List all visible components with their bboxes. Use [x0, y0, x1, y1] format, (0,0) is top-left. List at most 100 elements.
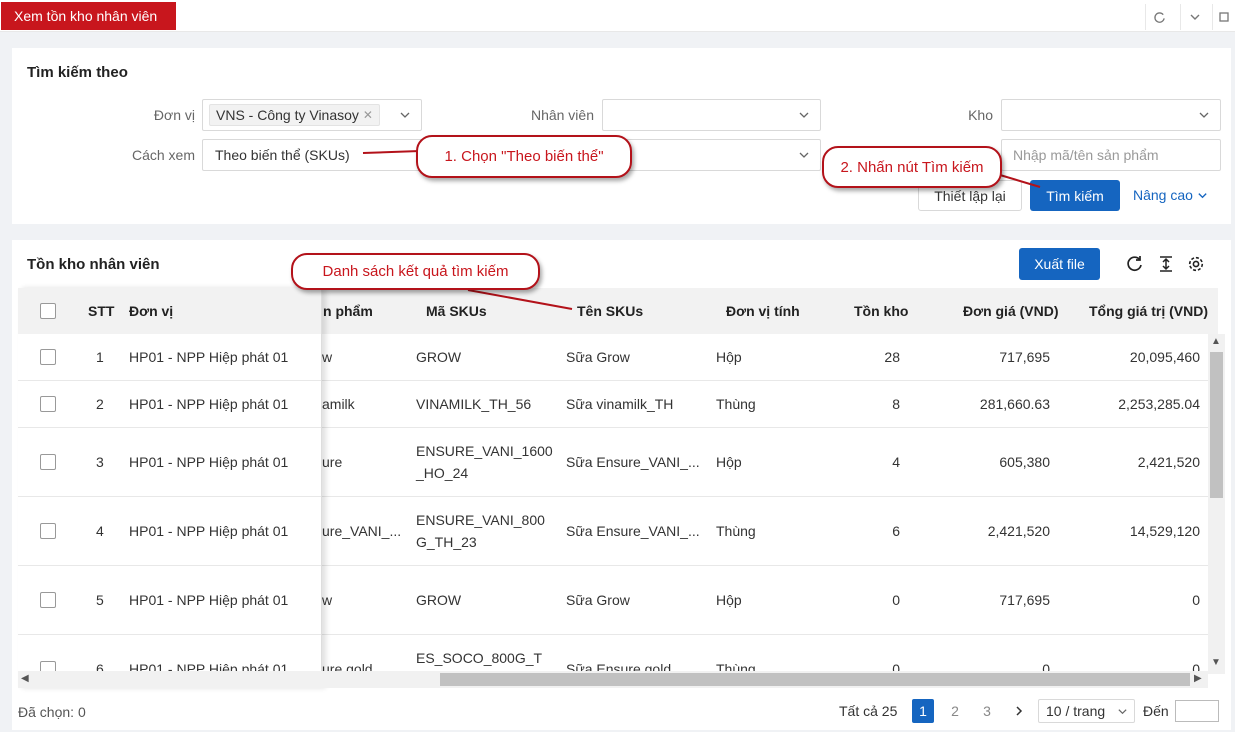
goto-label: Đến — [1143, 703, 1169, 719]
cell-ma-sku: ENSURE_VANI_1600 — [416, 443, 553, 459]
row-checkbox[interactable] — [40, 523, 56, 539]
page-size-value: 10 / trang — [1046, 703, 1106, 719]
cell-don-vi: HP01 - NPP Hiệp phát 01 — [129, 396, 289, 412]
cach-xem-select[interactable]: Theo biến thể (SKUs) — [202, 139, 422, 171]
cell-ton-kho: 6 — [892, 523, 900, 539]
column-height-icon[interactable] — [1157, 255, 1175, 276]
next-page-icon[interactable] — [1008, 699, 1030, 723]
cell-san-pham: ure — [322, 454, 343, 470]
row-checkbox[interactable] — [40, 349, 56, 365]
cell-ton-kho: 8 — [892, 396, 900, 412]
table-row[interactable]: 3 HP01 - NPP Hiệp phát 01 ure ENSURE_VAN… — [18, 428, 1208, 497]
callout-step-2: 2. Nhấn nút Tìm kiếm — [822, 146, 1002, 188]
chevron-down-icon — [799, 152, 809, 158]
cell-ma-sku: ES_SOCO_800G_T — [416, 650, 543, 666]
page-3[interactable]: 3 — [976, 699, 998, 723]
selected-number: 0 — [77, 704, 86, 720]
kho-label: Kho — [968, 107, 993, 123]
cell-don-vi: HP01 - NPP Hiệp phát 01 — [129, 592, 289, 608]
export-button[interactable]: Xuất file — [1019, 248, 1100, 280]
table-row[interactable]: 2 HP01 - NPP Hiệp phát 01 amilk VINAMILK… — [18, 381, 1208, 428]
nhan-vien-select[interactable] — [602, 99, 821, 131]
cell-stt: 2 — [96, 396, 104, 412]
product-search-input[interactable]: Nhập mã/tên sản phẩm — [1001, 139, 1221, 171]
cell-tong: 20,095,460 — [1129, 349, 1200, 365]
cell-tong: 2,421,520 — [1137, 454, 1200, 470]
row-checkbox[interactable] — [40, 454, 56, 470]
table-row[interactable]: 1 HP01 - NPP Hiệp phát 01 w GROW Sữa Gro… — [18, 334, 1208, 381]
cell-don-gia: 281,660.63 — [979, 396, 1050, 412]
product-placeholder: Nhập mã/tên sản phẩm — [1013, 147, 1159, 163]
vertical-scrollbar[interactable]: ▲ ▼ — [1208, 334, 1225, 674]
table-header: STT Đơn vị n phẩm Mã SKUs Tên SKUs Đơn v… — [18, 288, 1218, 334]
cell-dvt: Thùng — [716, 523, 756, 539]
cell-ten-sku: Sữa Ensure_VANI_... — [566, 454, 700, 470]
cach-xem-value: Theo biến thể (SKUs) — [215, 147, 350, 163]
row-checkbox[interactable] — [40, 592, 56, 608]
kho-select[interactable] — [1001, 99, 1221, 131]
cell-ma-sku: VINAMILK_TH_56 — [416, 396, 532, 412]
cell-san-pham: w — [322, 349, 333, 365]
table-row[interactable]: 6 HP01 - NPP Hiệp phát 01 ure gold ES_SO… — [18, 635, 1208, 674]
cell-ten-sku: Sữa Grow — [566, 349, 630, 365]
chevron-down-icon — [400, 112, 410, 118]
cell-don-vi: HP01 - NPP Hiệp phát 01 — [129, 454, 289, 470]
col-don-vi-tinh: Đơn vị tính — [726, 303, 800, 319]
cell-stt: 4 — [96, 523, 104, 539]
callout-results: Danh sách kết quả tìm kiếm — [291, 253, 540, 290]
refresh-tab-icon[interactable] — [1145, 4, 1173, 30]
select-all-checkbox[interactable] — [40, 303, 56, 319]
scroll-left-icon[interactable]: ◀ — [21, 673, 29, 684]
scroll-down-icon[interactable]: ▼ — [1211, 657, 1221, 668]
scroll-right-icon[interactable]: ▶ — [1194, 673, 1202, 684]
goto-page-input[interactable] — [1175, 700, 1219, 722]
close-icon[interactable]: ✕ — [363, 105, 373, 125]
table-row[interactable]: 5 HP01 - NPP Hiệp phát 01 w GROW Sữa Gro… — [18, 566, 1208, 635]
horizontal-scroll-thumb[interactable] — [440, 673, 1190, 686]
cell-ma-sku: GROW — [416, 592, 462, 608]
don-vi-tag: VNS - Công ty Vinasoy ✕ — [209, 104, 380, 126]
cell-don-gia: 2,421,520 — [987, 523, 1050, 539]
top-tab-bar — [0, 0, 1235, 32]
total-count: Tất cả 25 — [839, 703, 898, 719]
cell-tong: 0 — [1192, 592, 1200, 608]
filter-select[interactable] — [602, 139, 821, 171]
cell-ten-sku: Sữa Ensure_VANI_... — [566, 523, 700, 539]
cell-tong: 14,529,120 — [1129, 523, 1200, 539]
cell-san-pham: w — [322, 592, 333, 608]
nhan-vien-label: Nhân viên — [530, 107, 594, 123]
fullscreen-icon[interactable] — [1212, 4, 1235, 30]
cell-ton-kho: 4 — [892, 454, 900, 470]
advanced-label: Nâng cao — [1133, 187, 1193, 203]
cell-ten-sku: Sữa Grow — [566, 592, 630, 608]
col-ten-sku: Tên SKUs — [577, 303, 644, 319]
page-size-select[interactable]: 10 / trang — [1038, 699, 1135, 723]
search-title: Tìm kiếm theo — [27, 64, 128, 81]
cell-stt: 3 — [96, 454, 104, 470]
table-row[interactable]: 4 HP01 - NPP Hiệp phát 01 ure_VANI_... E… — [18, 497, 1208, 566]
horizontal-scrollbar[interactable]: ◀ ▶ — [18, 671, 1208, 688]
scroll-up-icon[interactable]: ▲ — [1211, 336, 1221, 347]
cell-don-gia: 605,380 — [999, 454, 1050, 470]
col-ton-kho: Tồn kho — [854, 303, 909, 319]
page-1[interactable]: 1 — [912, 699, 934, 723]
tab-xem-ton-kho[interactable]: Xem tồn kho nhân viên — [1, 2, 176, 30]
advanced-link[interactable]: Nâng cao — [1133, 187, 1208, 203]
cell-ma-sku: ENSURE_VANI_800 — [416, 512, 545, 528]
search-button[interactable]: Tìm kiếm — [1030, 180, 1120, 211]
page-2[interactable]: 2 — [944, 699, 966, 723]
settings-gear-icon[interactable] — [1187, 255, 1205, 276]
cell-ton-kho: 28 — [884, 349, 900, 365]
don-vi-label: Đơn vị — [153, 107, 195, 123]
cell-ma-sku-line2: _HO_24 — [416, 465, 469, 481]
chevron-down-icon — [1199, 112, 1209, 118]
reload-icon[interactable] — [1126, 255, 1144, 276]
row-checkbox[interactable] — [40, 396, 56, 412]
vertical-scroll-thumb[interactable] — [1210, 352, 1223, 498]
cell-ton-kho: 0 — [892, 592, 900, 608]
chevron-down-icon[interactable] — [1180, 4, 1208, 30]
selected-count: Đã chọn: 0 — [18, 704, 86, 720]
col-tong-gia-tri: Tổng giá trị (VND) — [1089, 303, 1208, 319]
cach-xem-label: Cách xem — [131, 147, 195, 163]
don-vi-select[interactable]: VNS - Công ty Vinasoy ✕ — [202, 99, 422, 131]
